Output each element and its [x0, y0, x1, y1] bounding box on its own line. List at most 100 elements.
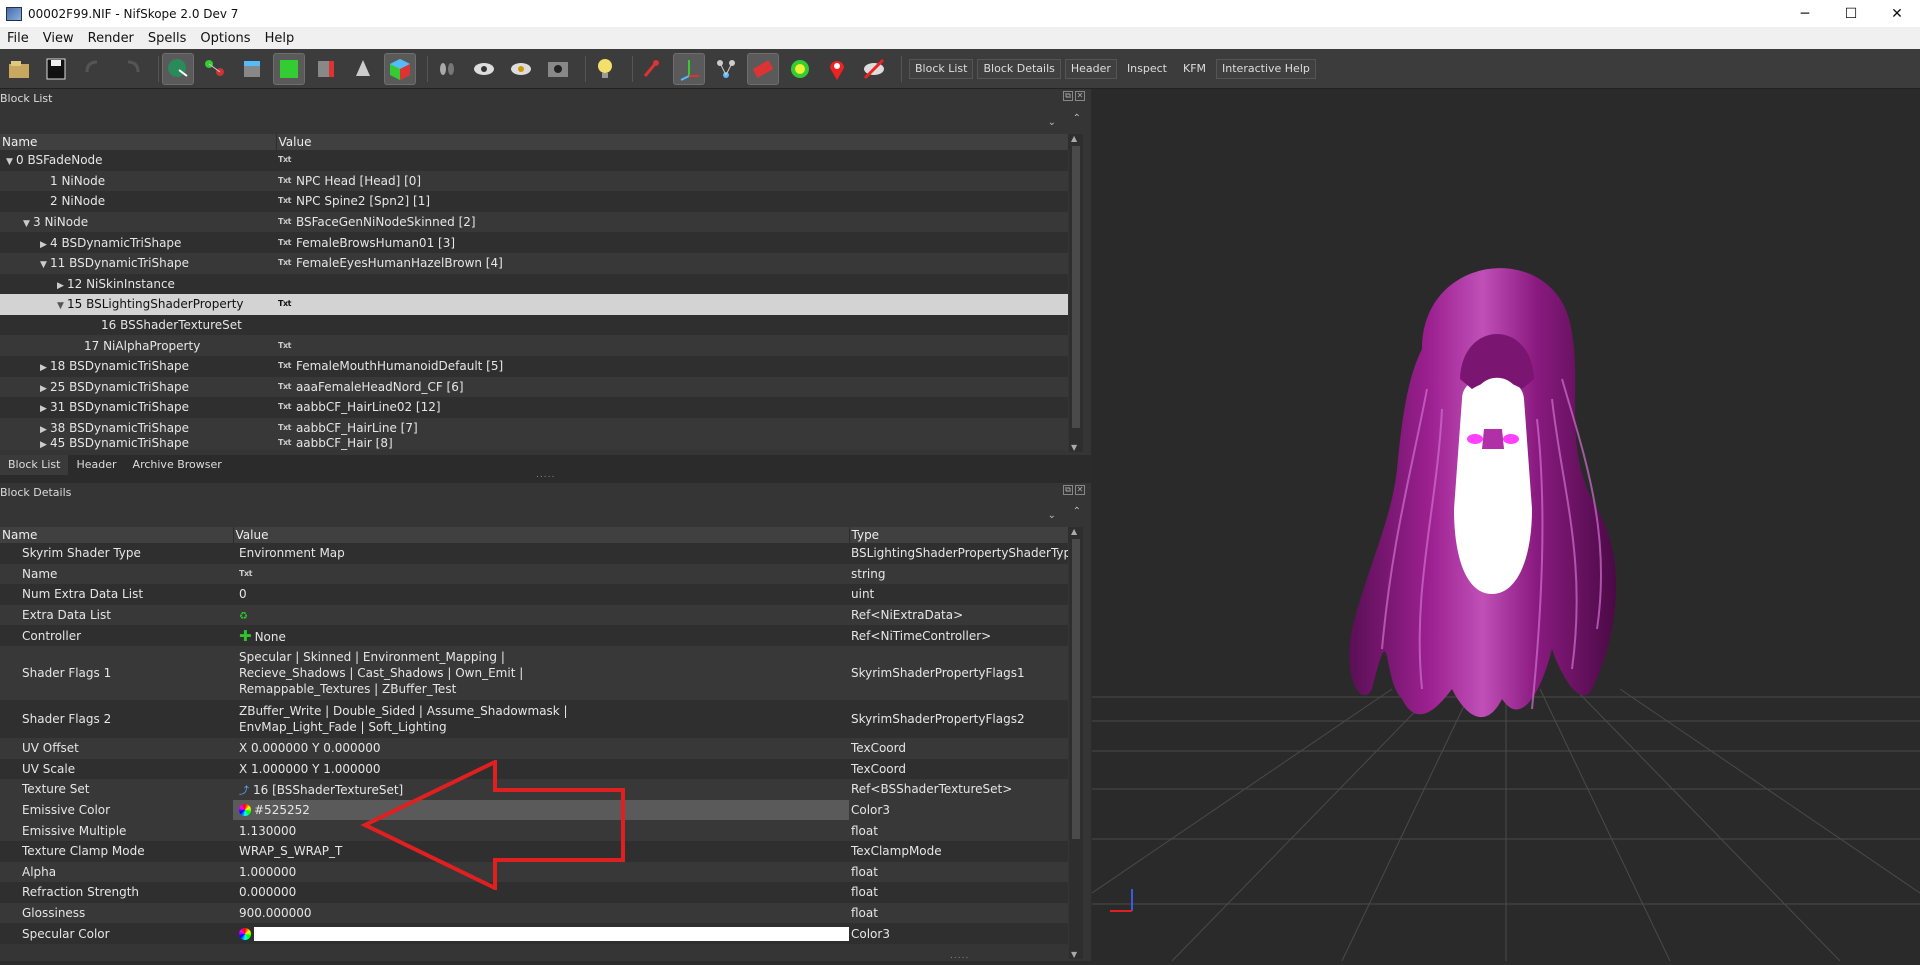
- show-markers-icon[interactable]: [636, 53, 668, 85]
- expand-chevron-icon[interactable]: ⌃: [1073, 113, 1081, 124]
- field-value[interactable]: WRAP_S_WRAP_T: [239, 844, 342, 858]
- detail-row[interactable]: Controller ✚ None Ref<NiTimeController>: [0, 625, 1068, 646]
- expand-arrow-icon[interactable]: ▼: [57, 301, 67, 311]
- detail-row[interactable]: Num Extra Data List 0 uint: [0, 584, 1068, 605]
- toolbar-block-details-button[interactable]: Block Details: [977, 58, 1061, 79]
- collapse-chevron-icon[interactable]: ⌄: [1048, 510, 1056, 521]
- view-side-icon[interactable]: [310, 53, 342, 85]
- toolbar-inspect-button[interactable]: Inspect: [1121, 59, 1173, 79]
- block-row-partial[interactable]: ▶ 45 BSDynamicTriShape Txt aabbCF_Hair [8]: [0, 438, 1068, 451]
- field-value[interactable]: ZBuffer_Write | Double_Sided | Assume_Sh…: [239, 704, 568, 734]
- field-value[interactable]: X 1.000000 Y 1.000000: [239, 762, 381, 776]
- column-header-name[interactable]: Name: [0, 527, 234, 543]
- hide-hidden-icon[interactable]: [858, 53, 890, 85]
- tab-archive-browser[interactable]: Archive Browser: [125, 455, 230, 475]
- block-row[interactable]: 16 BSShaderTextureSet: [0, 314, 1068, 336]
- show-nodes-icon[interactable]: [710, 53, 742, 85]
- detail-row[interactable]: Extra Data List ♻ Ref<NiExtraData>: [0, 604, 1068, 626]
- field-value[interactable]: 1.130000: [239, 824, 296, 838]
- add-icon[interactable]: ✚: [239, 627, 252, 645]
- view-front-icon[interactable]: [273, 52, 305, 85]
- maximize-button[interactable]: ☐: [1828, 0, 1874, 27]
- detail-row[interactable]: Shader Flags 1 Specular | Skinned | Envir…: [0, 645, 1068, 700]
- color-wheel-icon[interactable]: [239, 927, 251, 940]
- close-panel-icon[interactable]: ✕: [1075, 91, 1085, 101]
- toolbar-kfm-button[interactable]: KFM: [1177, 59, 1212, 79]
- open-file-icon[interactable]: [4, 53, 36, 85]
- redo-icon[interactable]: [115, 53, 147, 85]
- expand-arrow-icon[interactable]: ▶: [40, 404, 50, 414]
- select-object-icon[interactable]: [162, 52, 194, 85]
- eye-settings-icon[interactable]: [505, 53, 537, 85]
- expand-arrow-icon[interactable]: ▼: [40, 260, 50, 270]
- menu-view[interactable]: View: [36, 31, 81, 46]
- minimize-button[interactable]: ─: [1782, 0, 1828, 27]
- block-row[interactable]: ▶ 12 NiSkinInstance: [0, 273, 1068, 295]
- detail-row[interactable]: UV Offset X 0.000000 Y 0.000000 TexCoord: [0, 737, 1068, 759]
- expand-arrow-icon[interactable]: ▶: [40, 363, 50, 373]
- link-icon[interactable]: ♻: [239, 611, 248, 622]
- detail-row[interactable]: UV Scale X 1.000000 Y 1.000000 TexCoord: [0, 758, 1068, 780]
- detail-row[interactable]: Texture Set ⤴ 16 [BSShaderTextureSet] Ref<B…: [0, 779, 1068, 800]
- detail-row[interactable]: Emissive Multiple 1.130000 float: [0, 820, 1068, 841]
- close-panel-icon[interactable]: ✕: [1075, 485, 1085, 495]
- block-row[interactable]: ▼ 15 BSLightingShaderProperty Txt: [0, 294, 1068, 315]
- menu-file[interactable]: File: [0, 31, 36, 46]
- screenshot-icon[interactable]: [542, 53, 574, 85]
- expand-arrow-icon[interactable]: ▶: [57, 281, 67, 291]
- block-row[interactable]: ▼ 0 BSFadeNode Txt: [0, 150, 1068, 171]
- view-perspective-icon[interactable]: [384, 52, 416, 85]
- block-row[interactable]: ▶ 38 BSDynamicTriShape Txt aabbCF_HairLine …: [0, 417, 1068, 439]
- field-value[interactable]: Environment Map: [239, 546, 345, 560]
- splitter-handle[interactable]: .....: [536, 470, 555, 480]
- detail-row[interactable]: Alpha 1.000000 float: [0, 861, 1068, 883]
- save-file-icon[interactable]: [41, 53, 73, 85]
- collapse-chevron-icon[interactable]: ⌄: [1048, 117, 1056, 128]
- block-row[interactable]: ▼ 11 BSDynamicTriShape Txt FemaleEyesHumanH…: [0, 252, 1068, 274]
- block-row[interactable]: ▼ 3 NiNode Txt BSFaceGenNiNodeSkinned [2]: [0, 211, 1068, 233]
- color-swatch[interactable]: [254, 926, 849, 941]
- block-row[interactable]: 17 NiAlphaProperty Txt: [0, 335, 1068, 356]
- float-panel-icon[interactable]: ⧉: [1063, 485, 1073, 495]
- show-markers-pin-icon[interactable]: [821, 53, 853, 85]
- field-value[interactable]: 1.000000: [239, 865, 296, 879]
- field-value[interactable]: None: [255, 630, 286, 644]
- undo-icon[interactable]: [78, 53, 110, 85]
- detail-row[interactable]: Emissive Color #525252 Color3: [0, 799, 1068, 821]
- render-viewport[interactable]: [1092, 89, 1920, 961]
- expand-arrow-icon[interactable]: ▶: [40, 240, 50, 250]
- color-wheel-icon[interactable]: [239, 804, 251, 817]
- menu-spells[interactable]: Spells: [141, 31, 194, 46]
- lighting-icon[interactable]: [589, 53, 621, 85]
- expand-chevron-icon[interactable]: ⌃: [1073, 506, 1081, 517]
- block-row[interactable]: ▶ 25 BSDynamicTriShape Txt aaaFemaleHeadNor…: [0, 376, 1068, 398]
- show-collision-icon[interactable]: [747, 52, 779, 85]
- field-value[interactable]: 0: [239, 587, 247, 601]
- detail-row[interactable]: Glossiness 900.000000 float: [0, 902, 1068, 924]
- field-value[interactable]: 0.000000: [239, 885, 296, 899]
- block-list-scrollbar[interactable]: ▲ ▼: [1069, 134, 1083, 452]
- toolbar-header-button[interactable]: Header: [1064, 58, 1117, 79]
- block-row[interactable]: 2 NiNode Txt NPC Spine2 [Spn2] [1]: [0, 191, 1068, 212]
- expand-arrow-icon[interactable]: ▶: [40, 425, 50, 435]
- detail-row[interactable]: Skyrim Shader Type Environment Map BSLight…: [0, 543, 1068, 564]
- menu-help[interactable]: Help: [258, 31, 302, 46]
- view-top-icon[interactable]: [236, 53, 268, 85]
- toolbar-interactive-help-button[interactable]: Interactive Help: [1216, 58, 1316, 79]
- expand-arrow-icon[interactable]: ▼: [23, 219, 33, 229]
- block-details-scrollbar[interactable]: ▲ ▼: [1069, 527, 1083, 959]
- expand-arrow-icon[interactable]: ▼: [6, 157, 16, 167]
- field-value[interactable]: Specular | Skinned | Environment_Mapping…: [239, 650, 523, 696]
- menu-options[interactable]: Options: [193, 31, 257, 46]
- block-row[interactable]: ▶ 31 BSDynamicTriShape Txt aabbCF_HairLine0…: [0, 397, 1068, 418]
- tab-header[interactable]: Header: [68, 455, 124, 475]
- field-value[interactable]: X 0.000000 Y 0.000000: [239, 741, 381, 755]
- detail-row[interactable]: Specular Color Color3: [0, 923, 1068, 944]
- close-button[interactable]: ✕: [1874, 0, 1920, 27]
- block-row[interactable]: ▶ 18 BSDynamicTriShape Txt FemaleMouthHuman…: [0, 355, 1068, 377]
- eye-icon[interactable]: [468, 53, 500, 85]
- column-header-type[interactable]: Type: [849, 527, 1069, 543]
- select-vertex-icon[interactable]: [199, 53, 231, 85]
- view-walk-icon[interactable]: [347, 53, 379, 85]
- show-constraints-icon[interactable]: [784, 53, 816, 85]
